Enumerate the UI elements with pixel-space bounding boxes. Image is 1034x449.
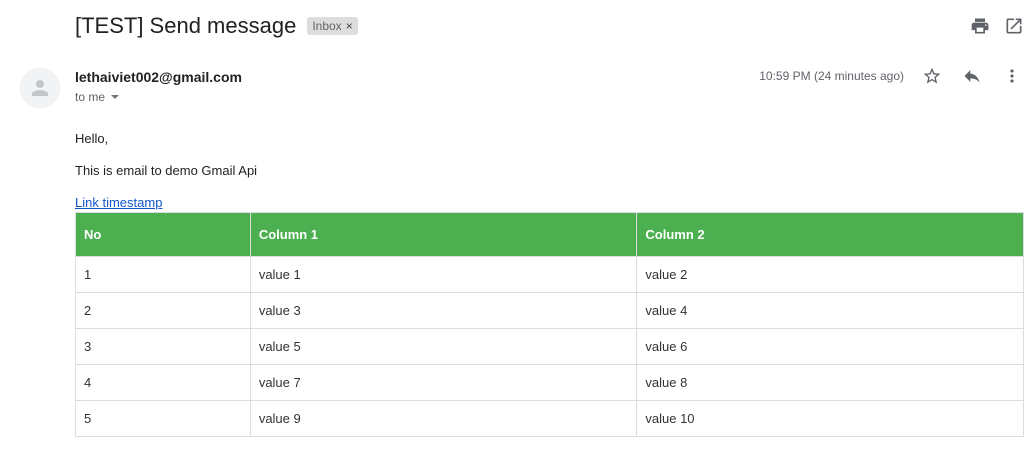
table-row: 1 value 1 value 2 — [75, 256, 1024, 293]
star-icon[interactable] — [922, 66, 942, 86]
email-subject: [TEST] Send message — [75, 13, 297, 38]
table-row: 3 value 5 value 6 — [75, 328, 1024, 365]
table-cell: value 7 — [249, 364, 638, 401]
table-cell: value 10 — [636, 400, 1024, 437]
remove-label-button[interactable]: × — [346, 19, 353, 33]
table-cell: value 5 — [249, 328, 638, 365]
message-meta: 10:59 PM (24 minutes ago) — [759, 66, 1022, 86]
table-cell: value 8 — [636, 364, 1024, 401]
table-row: 4 value 7 value 8 — [75, 364, 1024, 401]
body-text: This is email to demo Gmail Api — [75, 163, 258, 178]
table-header-row: No Column 1 Column 2 — [75, 212, 1024, 257]
print-icon[interactable] — [970, 16, 990, 36]
open-in-new-window-icon[interactable] — [1004, 16, 1024, 36]
table-cell: value 9 — [249, 400, 638, 437]
column-header-column-1: Column 1 — [249, 212, 638, 257]
column-header-no: No — [75, 212, 251, 257]
more-options-icon[interactable] — [1002, 66, 1022, 86]
chevron-down-icon — [111, 95, 120, 99]
table-cell: value 6 — [636, 328, 1024, 365]
table-cell: value 4 — [636, 292, 1024, 329]
table-cell: 2 — [75, 292, 251, 329]
table-cell: 1 — [75, 256, 251, 293]
default-avatar-icon — [32, 80, 48, 96]
sender-avatar[interactable] — [20, 68, 60, 108]
table-cell: 4 — [75, 364, 251, 401]
table-row: 5 value 9 value 10 — [75, 400, 1024, 437]
table-cell: value 2 — [636, 256, 1024, 293]
subject-row: [TEST] Send message Inbox × — [75, 12, 358, 40]
data-table: No Column 1 Column 2 1 value 1 value 2 2… — [75, 212, 1024, 437]
sender-email[interactable]: lethaiviet002@gmail.com — [75, 69, 242, 85]
table-cell: value 3 — [249, 292, 638, 329]
column-header-column-2: Column 2 — [636, 212, 1024, 257]
table-row: 2 value 3 value 4 — [75, 292, 1024, 329]
recipient-summary: to me — [75, 90, 106, 104]
recipient-details-toggle[interactable]: to me — [75, 90, 120, 104]
label-chip-inbox[interactable]: Inbox × — [307, 17, 358, 35]
thread-actions — [970, 16, 1024, 36]
reply-icon[interactable] — [962, 66, 982, 86]
message-timestamp: 10:59 PM (24 minutes ago) — [759, 69, 904, 83]
link-timestamp[interactable]: Link timestamp — [75, 195, 162, 210]
table-cell: 5 — [75, 400, 251, 437]
label-chip-text: Inbox — [312, 19, 342, 33]
body-greeting: Hello, — [75, 131, 109, 146]
table-cell: 3 — [75, 328, 251, 365]
message-actions — [922, 66, 1022, 86]
table-cell: value 1 — [249, 256, 638, 293]
